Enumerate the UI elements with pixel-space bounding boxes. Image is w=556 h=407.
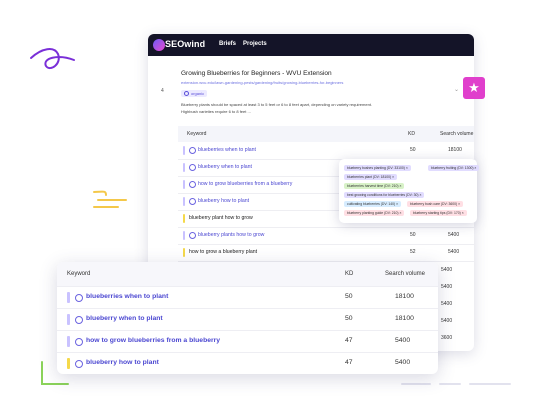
row-keyword[interactable]: how to grow a blueberry plant (189, 249, 257, 255)
row-marker (183, 248, 185, 257)
row-marker (67, 314, 70, 325)
header-keyword[interactable]: Keyword (187, 131, 206, 137)
keyword-chip[interactable]: blueberry bush care (DV: 3600) × (407, 201, 464, 207)
header-kd[interactable]: KD (345, 271, 353, 277)
row-volume: 18100 (395, 293, 414, 300)
row-volume: 3600 (441, 335, 453, 341)
check-circle-icon[interactable] (75, 360, 83, 368)
check-circle-icon[interactable] (189, 164, 196, 171)
keyword-table-header: Keyword KD Search volume (178, 126, 474, 142)
row-volume: 18100 (448, 147, 462, 153)
row-keyword[interactable]: blueberry when to plant (198, 164, 252, 170)
row-keyword[interactable]: blueberry plant how to grow (189, 215, 253, 221)
logo-icon (153, 39, 165, 51)
result-snippet-2: Highbush varieties require 6 to 8 feet .… (181, 109, 251, 114)
keyword-chip[interactable]: blueberries plant (DV: 18100) × (344, 174, 398, 180)
row-volume: 18100 (395, 315, 414, 322)
row-volume: 5400 (441, 301, 453, 307)
keyword-suggestions-popup: blueberry bushes planting (DV: 33100) × … (339, 159, 480, 223)
row-marker (67, 358, 70, 369)
logo-text[interactable]: SEOwind (165, 39, 205, 49)
check-circle-icon[interactable] (75, 316, 83, 324)
table-row[interactable]: how to grow blueberries from a blueberry… (57, 330, 438, 352)
row-keyword[interactable]: blueberry plants how to grow (198, 232, 264, 238)
nav-projects[interactable]: Projects (243, 41, 267, 47)
check-circle-icon[interactable] (75, 338, 83, 346)
keyword-chip[interactable]: blueberry fruiting (DV: 1300) × (428, 165, 480, 171)
row-marker (183, 231, 185, 240)
top-nav: SEOwind Briefs Projects (148, 34, 474, 56)
check-circle-icon[interactable] (75, 294, 83, 302)
check-circle-icon[interactable] (189, 181, 196, 188)
table-row[interactable]: blueberry plants how to grow 50 5400 (178, 227, 474, 245)
row-volume: 5400 (441, 284, 453, 290)
tag-icon (184, 91, 189, 97)
check-circle-icon[interactable] (189, 147, 196, 154)
row-keyword[interactable]: how to grow blueberries from a blueberry (86, 337, 220, 344)
row-marker (183, 180, 185, 189)
tag-label: organic (191, 91, 205, 96)
row-volume: 5400 (448, 232, 460, 238)
star-icon[interactable]: ★ (463, 77, 485, 99)
row-kd: 50 (410, 147, 416, 153)
check-circle-icon[interactable] (189, 232, 196, 239)
keyword-table-header: Keyword KD Search volume (57, 262, 438, 286)
keyword-chip[interactable]: blueberries harvest time (DV: 210) × (344, 183, 405, 189)
row-keyword[interactable]: blueberries when to plant (86, 293, 168, 300)
table-row[interactable]: blueberry how to plant 47 5400 (57, 352, 438, 374)
keyword-chip[interactable]: blueberry starting tips (DV: 170) × (410, 210, 467, 216)
row-kd: 50 (410, 232, 416, 238)
keyword-chip[interactable]: blueberry planting guide (DV: 210) × (344, 210, 405, 216)
row-keyword[interactable]: blueberry how to plant (86, 359, 159, 366)
row-volume: 5400 (441, 318, 453, 324)
keyword-chip[interactable]: blueberry bushes planting (DV: 33100) × (344, 165, 411, 171)
result-number: 4 (161, 88, 164, 94)
row-keyword[interactable]: blueberry when to plant (86, 315, 163, 322)
keyword-table-card: Keyword KD Search volume blueberries whe… (57, 262, 438, 374)
keyword-chip[interactable]: best growing conditions for blueberries … (344, 192, 425, 198)
row-kd: 52 (410, 249, 416, 255)
keyword-chip[interactable]: cultivating blueberries (DV: 140) × (344, 201, 402, 207)
header-keyword[interactable]: Keyword (67, 271, 90, 277)
table-row[interactable]: how to grow a blueberry plant 52 5400 (178, 244, 474, 262)
result-url[interactable]: extension.wvu.edu/lawn-gardening-pests/g… (181, 80, 343, 85)
row-volume: 5400 (395, 359, 411, 366)
table-row[interactable]: blueberry when to plant 50 18100 (57, 308, 438, 330)
header-search-volume[interactable]: Search volume (385, 271, 425, 277)
row-marker (67, 292, 70, 303)
check-circle-icon[interactable] (189, 198, 196, 205)
decorative-dashes (401, 383, 511, 385)
row-keyword[interactable]: blueberries when to plant (198, 147, 256, 153)
decorative-loop (30, 48, 75, 70)
row-marker (67, 336, 70, 347)
row-kd: 50 (345, 315, 353, 322)
row-marker (183, 163, 185, 172)
result-snippet-1: Blueberry plants should be spaced at lea… (181, 102, 373, 107)
row-kd: 47 (345, 337, 353, 344)
header-kd[interactable]: KD (408, 131, 415, 137)
row-kd: 47 (345, 359, 353, 366)
row-volume: 5400 (441, 267, 453, 273)
row-marker (183, 214, 185, 223)
row-kd: 50 (345, 293, 353, 300)
header-search-volume[interactable]: Search volume (440, 131, 473, 137)
row-volume: 5400 (448, 249, 460, 255)
table-row[interactable]: blueberries when to plant 50 18100 (57, 286, 438, 308)
row-marker (183, 197, 185, 206)
row-keyword[interactable]: blueberry how to plant (198, 198, 249, 204)
tag-badge: organic (181, 90, 208, 97)
row-volume: 5400 (395, 337, 411, 344)
chevron-down-icon[interactable]: ⌄ (454, 86, 459, 93)
row-keyword[interactable]: how to grow blueberries from a blueberry (198, 181, 292, 187)
table-row[interactable]: blueberries when to plant 50 18100 (178, 142, 474, 160)
result-title[interactable]: Growing Blueberries for Beginners - WVU … (181, 70, 332, 77)
decorative-wind-lines (93, 190, 127, 208)
row-marker (183, 146, 185, 155)
nav-briefs[interactable]: Briefs (219, 41, 236, 47)
